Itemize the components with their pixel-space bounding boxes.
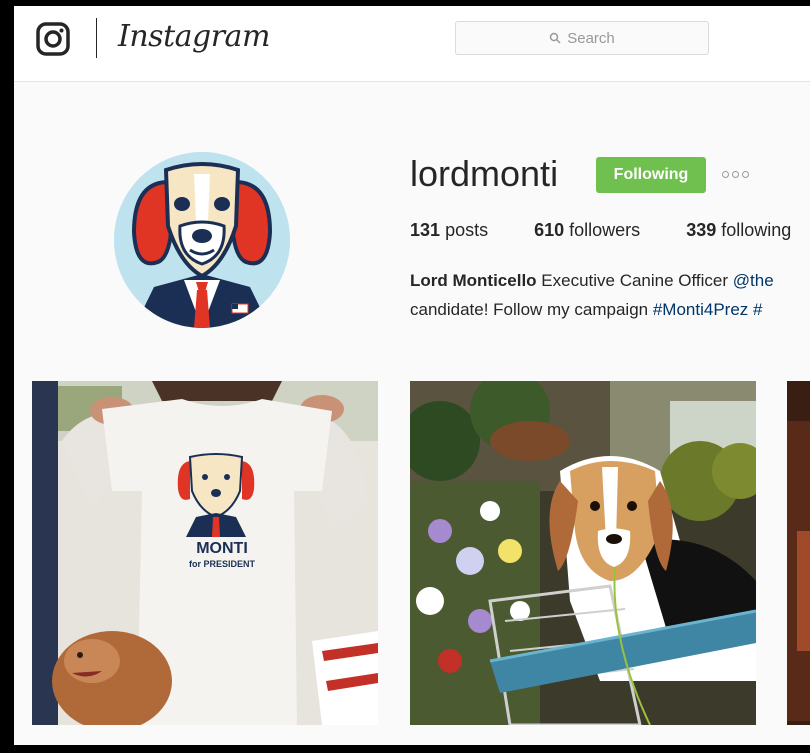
browser-viewport: Instagram Search lordmonti Following 131… (14, 6, 810, 745)
profile-stats: 131 posts 610 followers 339 following (410, 220, 810, 241)
post-thumbnail-2[interactable] (410, 381, 756, 725)
posts-count: 131 posts (410, 220, 489, 240)
tshirt-photo-image: MONTI for PRESIDENT (32, 381, 378, 725)
beagle-in-cart-photo-image (410, 381, 756, 725)
search-placeholder: Search (567, 29, 615, 47)
bio-hashtag-link[interactable]: #Monti4Prez (653, 300, 748, 319)
followers-count[interactable]: 610 followers (534, 220, 640, 241)
instagram-wordmark[interactable]: Instagram (118, 16, 270, 58)
more-options-icon[interactable] (722, 166, 749, 182)
following-button[interactable]: Following (596, 157, 706, 193)
bio-line-2: candidate! Follow my campaign #Monti4Pre… (410, 300, 763, 319)
following-count[interactable]: 339 following (686, 220, 791, 241)
search-icon (549, 32, 561, 44)
profile-username: lordmonti (410, 153, 559, 194)
beagle-portrait-icon (114, 152, 290, 328)
svg-text:for PRESIDENT: for PRESIDENT (189, 559, 256, 569)
partial-photo-image (787, 381, 810, 725)
instagram-camera-icon[interactable] (36, 22, 70, 56)
search-input[interactable]: Search (455, 21, 709, 55)
post-thumbnail-3[interactable] (787, 381, 810, 725)
profile-bio: Lord Monticello Executive Canine Officer… (410, 266, 810, 324)
bio-full-name: Lord Monticello (410, 271, 537, 290)
profile-avatar[interactable] (114, 152, 290, 328)
top-navigation: Instagram Search (14, 6, 810, 82)
logo-divider (96, 18, 97, 58)
post-thumbnail-1[interactable]: MONTI for PRESIDENT (32, 381, 378, 725)
svg-text:MONTI: MONTI (196, 540, 248, 557)
bio-line-1: Lord Monticello Executive Canine Officer… (410, 271, 774, 290)
bio-mention-link[interactable]: @the (733, 271, 774, 290)
